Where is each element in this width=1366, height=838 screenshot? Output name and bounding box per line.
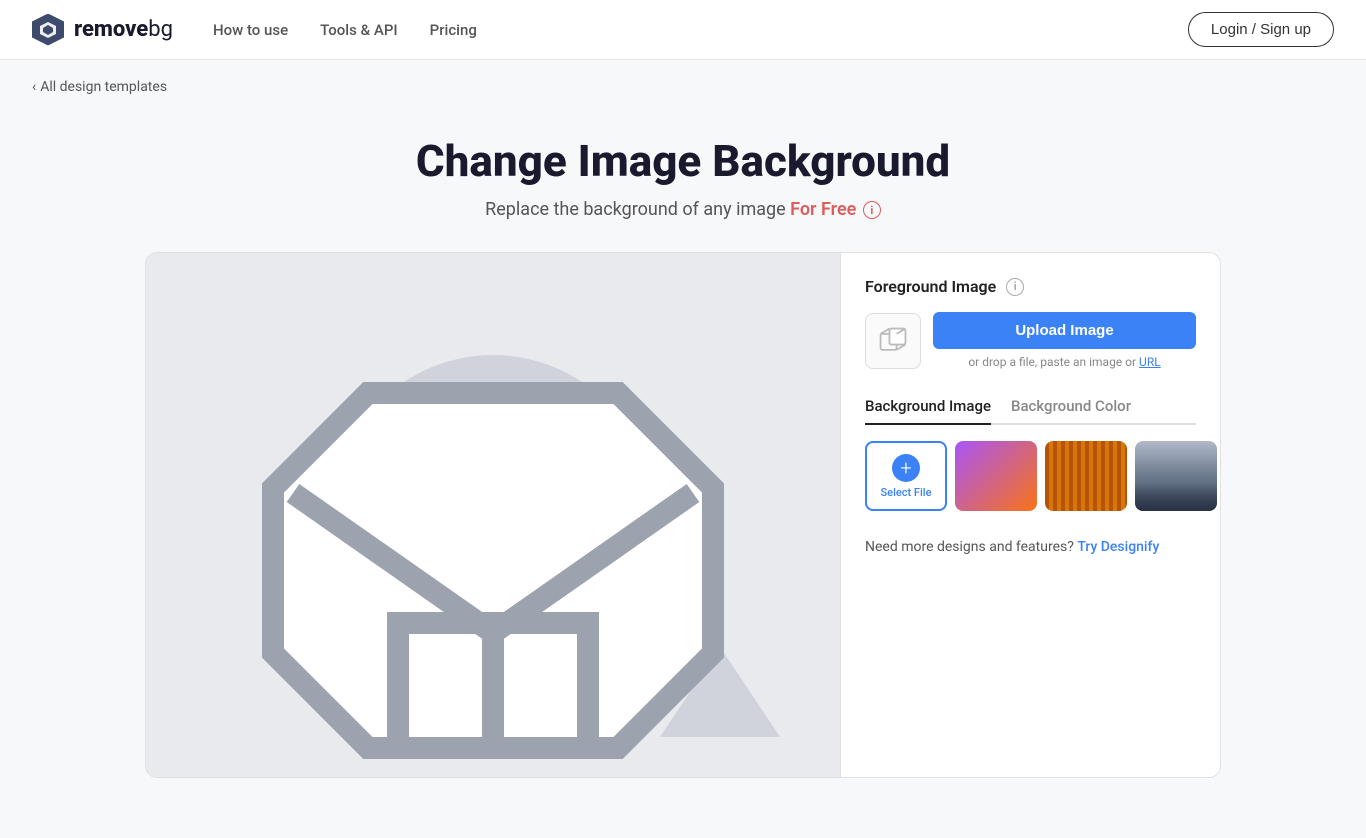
- plus-icon: +: [892, 454, 920, 482]
- nav-link-pricing[interactable]: Pricing: [430, 21, 477, 39]
- canvas-area: [146, 253, 840, 777]
- bg-gradient-wood: [1045, 441, 1127, 511]
- tool-container: Foreground Image i: [113, 252, 1253, 838]
- fg-upload-row: Upload Image or drop a file, paste an im…: [865, 312, 1196, 369]
- tool-card: Foreground Image i: [145, 252, 1221, 778]
- breadcrumb-link[interactable]: ‹ All design templates: [32, 79, 167, 95]
- bg-thumb-3[interactable]: [1135, 441, 1217, 511]
- foreground-title: Foreground Image: [865, 277, 996, 296]
- bg-thumb-2[interactable]: [1045, 441, 1127, 511]
- hero-subtitle: Replace the background of any image For …: [32, 199, 1334, 220]
- upload-hint: or drop a file, paste an image or URL: [933, 355, 1196, 369]
- bg-select-file-button[interactable]: + Select File: [865, 441, 947, 511]
- url-link[interactable]: URL: [1139, 355, 1161, 369]
- placeholder-svg: [183, 253, 803, 773]
- tab-background-image[interactable]: Background Image: [865, 397, 991, 425]
- bg-thumb-1[interactable]: [955, 441, 1037, 511]
- login-signup-button[interactable]: Login / Sign up: [1188, 12, 1334, 47]
- fg-upload-right: Upload Image or drop a file, paste an im…: [933, 312, 1196, 369]
- nav-link-tools-api[interactable]: Tools & API: [320, 21, 398, 39]
- navbar: removebg How to use Tools & API Pricing …: [0, 0, 1366, 60]
- tab-background-color[interactable]: Background Color: [1011, 397, 1131, 425]
- bg-photo-city: [1135, 441, 1217, 511]
- logo-text: removebg: [74, 17, 173, 42]
- logo[interactable]: removebg: [32, 14, 173, 46]
- nav-left: removebg How to use Tools & API Pricing: [32, 14, 477, 46]
- bg-gradient-purple-orange: [955, 441, 1037, 511]
- page-title: Change Image Background: [32, 135, 1334, 187]
- bg-tabs: Background Image Background Color: [865, 397, 1196, 425]
- foreground-info-icon[interactable]: i: [1006, 278, 1024, 296]
- designify-hint: Need more designs and features? Try Desi…: [865, 539, 1196, 555]
- for-free-badge: For Free: [790, 199, 856, 220]
- foreground-section: Foreground Image i: [865, 277, 1196, 369]
- breadcrumb-label: All design templates: [40, 79, 167, 95]
- bg-images-grid: + Select File ›: [865, 441, 1196, 511]
- breadcrumb-bar: ‹ All design templates: [0, 60, 1366, 111]
- select-file-label: Select File: [881, 486, 932, 499]
- sidebar: Foreground Image i: [840, 253, 1220, 777]
- foreground-header: Foreground Image i: [865, 277, 1196, 296]
- upload-image-button[interactable]: Upload Image: [933, 312, 1196, 349]
- nav-links: How to use Tools & API Pricing: [213, 21, 477, 39]
- fg-icon-box: [865, 313, 921, 369]
- cube-icon: [877, 325, 909, 357]
- nav-link-how-to-use[interactable]: How to use: [213, 21, 288, 39]
- background-section: Background Image Background Color + Sele…: [865, 397, 1196, 511]
- logo-icon: [32, 14, 64, 46]
- designify-link[interactable]: Try Designify: [1077, 539, 1159, 555]
- canvas-placeholder: [183, 253, 803, 777]
- info-icon[interactable]: i: [863, 201, 881, 219]
- chevron-left-icon: ‹: [32, 79, 36, 95]
- hero-section: Change Image Background Replace the back…: [0, 111, 1366, 252]
